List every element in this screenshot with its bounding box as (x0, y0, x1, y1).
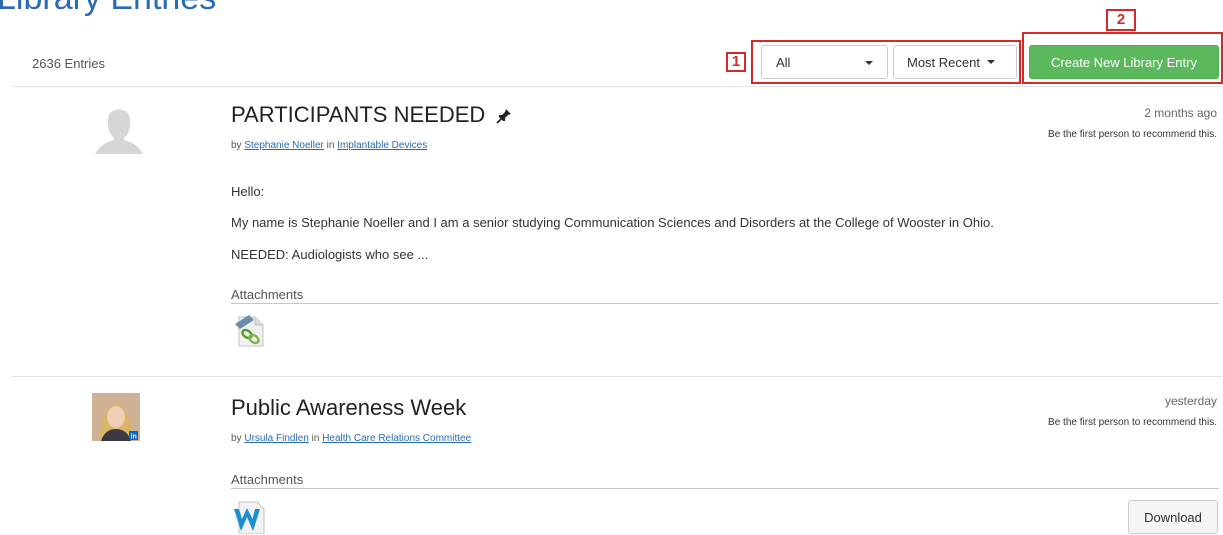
divider (12, 376, 1222, 377)
recommend-text[interactable]: Be the first person to recommend this. (1048, 129, 1217, 140)
entry-body-line: Hello: (231, 184, 265, 199)
recommend-text[interactable]: Be the first person to recommend this. (1048, 417, 1217, 428)
author-link[interactable]: Stephanie Noeller (244, 140, 324, 151)
attachments-divider (231, 303, 1219, 304)
default-avatar-icon[interactable] (93, 108, 145, 154)
community-link[interactable]: Implantable Devices (337, 140, 427, 151)
author-link[interactable]: Ursula Findlen (244, 433, 308, 444)
byline-in: in (311, 433, 320, 444)
avatar[interactable]: in (92, 393, 140, 441)
chevron-down-icon (865, 61, 873, 65)
sort-dropdown-value: Most Recent (907, 54, 980, 70)
community-link[interactable]: Health Care Relations Committee (322, 433, 471, 444)
entry-timestamp: yesterday (1164, 394, 1217, 408)
svg-text:in: in (131, 434, 137, 441)
attachments-divider (231, 488, 1219, 489)
attachments-label: Attachments (231, 472, 304, 487)
divider (12, 86, 1222, 87)
callout-number-2: 2 (1106, 9, 1136, 31)
page-title: Library Entries (0, 0, 216, 19)
byline-prefix: by (231, 140, 242, 151)
entry-body-line: NEEDED: Audiologists who see ... (231, 247, 429, 262)
word-doc-icon[interactable] (233, 498, 269, 534)
download-button[interactable]: Download (1128, 500, 1218, 534)
entry-body-line: My name is Stephanie Noeller and I am a … (231, 215, 994, 230)
entry-title[interactable]: PARTICIPANTS NEEDED (231, 102, 513, 128)
byline-prefix: by (231, 433, 242, 444)
entry-title[interactable]: Public Awareness Week (231, 395, 466, 421)
link-file-icon[interactable] (233, 313, 269, 349)
entry-title-text[interactable]: PARTICIPANTS NEEDED (231, 102, 485, 127)
entry-timestamp: 2 months ago (1144, 106, 1217, 120)
entry-count: 2636 Entries (32, 56, 105, 71)
attachments-label: Attachments (231, 287, 304, 302)
entry-byline: by Ursula Findlen in Health Care Relatio… (231, 433, 471, 444)
chevron-down-icon (986, 60, 995, 64)
filter-dropdown-value: All (776, 54, 791, 70)
byline-in: in (326, 140, 335, 151)
pin-icon (496, 109, 512, 124)
create-library-entry-button[interactable]: Create New Library Entry (1029, 45, 1219, 79)
filter-dropdown[interactable]: All (761, 45, 888, 79)
sort-dropdown[interactable]: Most Recent (893, 45, 1017, 79)
avatar-photo-icon: in (92, 393, 140, 441)
entry-byline: by Stephanie Noeller in Implantable Devi… (231, 140, 427, 151)
callout-number-1: 1 (726, 52, 746, 72)
